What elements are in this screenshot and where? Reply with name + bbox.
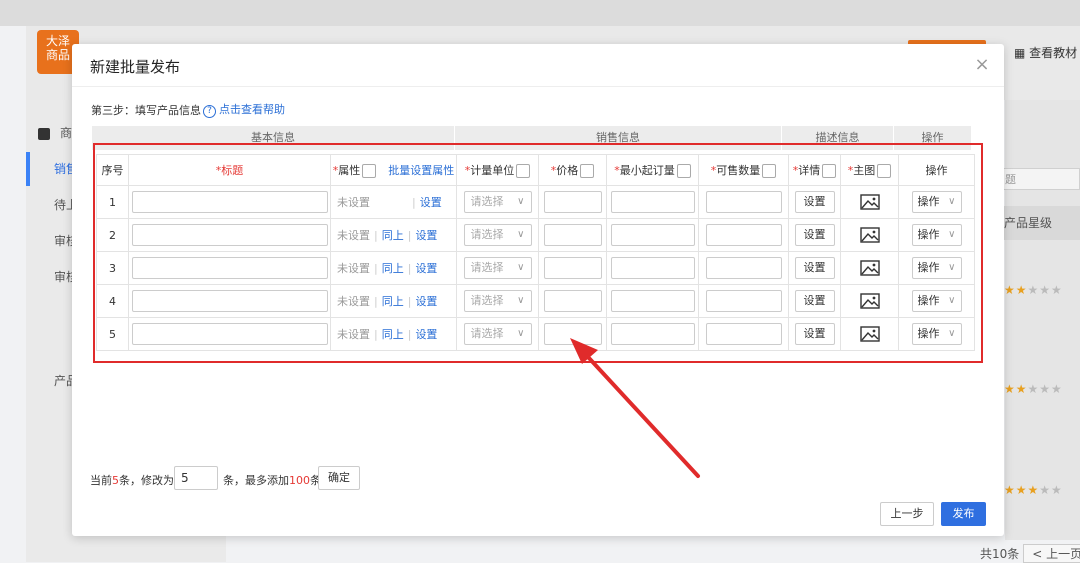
footer-max: 条，最多添加100条 (223, 474, 321, 487)
rating-stars-3: ★★★★★ (1004, 483, 1063, 497)
annotation-arrow-icon (570, 338, 700, 478)
step-text: 第三步：填写产品信息 (91, 104, 201, 117)
column-header-rating: 产品星级 (1000, 206, 1080, 240)
modal-title: 新建批量发布 (90, 58, 181, 76)
question-icon: ? (203, 105, 216, 118)
doc-link-label: 查看教材 (1029, 46, 1078, 60)
row-count-input[interactable]: 5 (174, 466, 218, 490)
sidebar-icon (38, 127, 50, 140)
background-search-input[interactable]: 题 (1000, 168, 1080, 190)
right-panel (1005, 100, 1080, 540)
sidebar-item-0[interactable]: 商 (38, 124, 72, 141)
annotation-box (93, 143, 983, 363)
book-icon: ▦ (1014, 46, 1026, 60)
help-link[interactable]: ? 点击查看帮助 (203, 101, 285, 118)
prev-step-button[interactable]: 上一步 (880, 502, 934, 526)
rating-stars-1: ★★★★★ (1004, 283, 1063, 297)
confirm-button[interactable]: 确定 (318, 466, 360, 490)
browser-top-bar (0, 0, 1080, 26)
rating-stars-2: ★★★★★ (1004, 382, 1063, 396)
publish-button[interactable]: 发布 (941, 502, 986, 526)
sidebar-active-indicator (26, 152, 30, 186)
pager-total: 共10条 (980, 547, 1020, 561)
pager-prev-button[interactable]: < 上一页 (1023, 544, 1080, 563)
footer-current: 当前5条，修改为 (90, 474, 174, 487)
doc-link[interactable]: ▦ 查看教材 (1014, 44, 1077, 61)
help-link-label: 点击查看帮助 (219, 103, 285, 116)
modal-divider (72, 86, 1004, 87)
pager: 共10条 < 上一页 (980, 544, 1080, 563)
close-icon[interactable]: × (973, 56, 991, 74)
